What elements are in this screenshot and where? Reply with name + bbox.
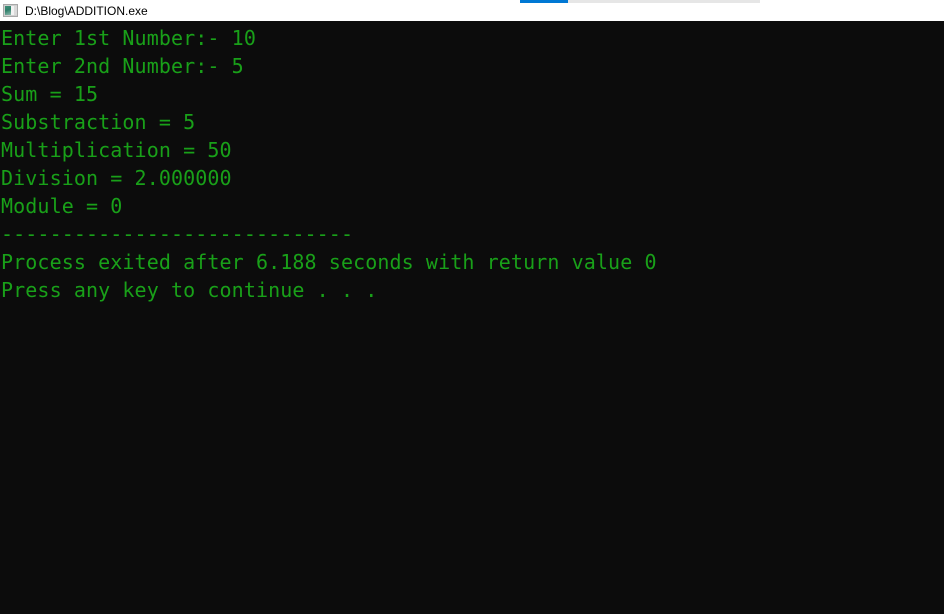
console-line-list: Enter 1st Number:- 10 Enter 2nd Number:-…	[0, 24, 944, 304]
console-line: Module = 0	[1, 194, 123, 218]
console-exit-status-line: Process exited after 6.188 seconds with …	[1, 250, 657, 274]
console-output-area[interactable]: Enter 1st Number:- 10 Enter 2nd Number:-…	[0, 21, 944, 614]
console-line: Multiplication = 50	[1, 138, 232, 162]
console-line: Division = 2.000000	[1, 166, 232, 190]
console-separator-line: -----------------------------	[1, 222, 354, 246]
progress-fill	[520, 0, 568, 3]
console-line: Enter 2nd Number:- 5	[1, 54, 244, 78]
console-app-icon	[3, 4, 18, 17]
console-line: Substraction = 5	[1, 110, 196, 134]
console-press-key-prompt: Press any key to continue . . .	[1, 278, 378, 302]
console-line: Sum = 15	[1, 82, 99, 106]
window-titlebar[interactable]: D:\Blog\ADDITION.exe	[0, 0, 944, 21]
console-line: Enter 1st Number:- 10	[1, 26, 256, 50]
window-title: D:\Blog\ADDITION.exe	[25, 3, 148, 18]
top-progress-strip	[0, 0, 944, 3]
icon-pane-right	[14, 6, 17, 15]
